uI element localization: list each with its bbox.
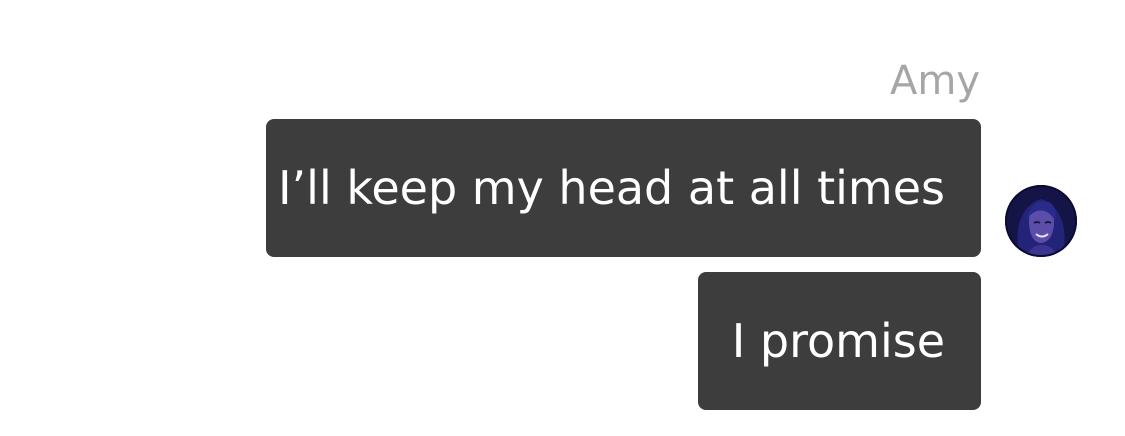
- character-avatar-icon: [1005, 185, 1077, 257]
- sender-name: Amy: [890, 58, 980, 104]
- message-bubble[interactable]: I’ll keep my head at all times: [266, 119, 981, 257]
- message-text: I promise: [731, 314, 945, 368]
- message-text: I’ll keep my head at all times: [277, 161, 945, 215]
- message-bubble[interactable]: I promise: [698, 272, 981, 410]
- avatar[interactable]: [1005, 185, 1077, 257]
